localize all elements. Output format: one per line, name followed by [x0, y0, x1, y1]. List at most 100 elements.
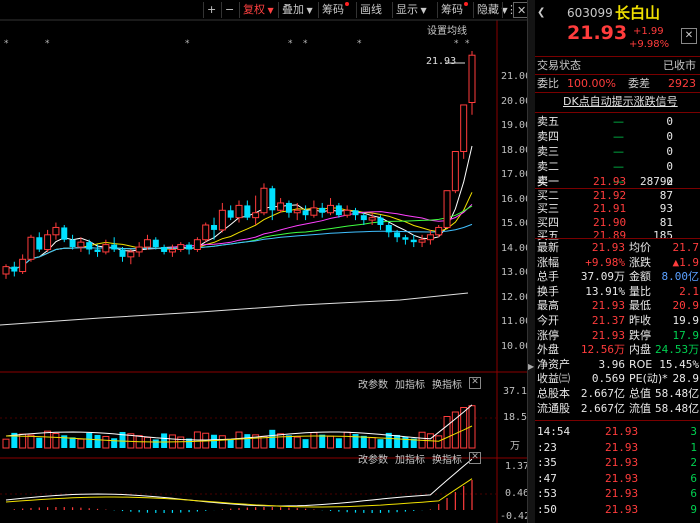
candle — [319, 207, 326, 213]
tick-row[interactable]: :47 21.93 6 — [535, 471, 700, 486]
stats-row[interactable]: 外盘 12.56万 内盘 24.53万 — [535, 342, 700, 357]
weicha-value: 2923 — [668, 77, 696, 90]
stat-label: 最新 — [537, 241, 559, 254]
svg-text:*: * — [45, 39, 50, 49]
volume-bar — [77, 438, 85, 449]
tick-time: :23 — [537, 440, 557, 454]
stats-row[interactable]: 涨停 21.93 跌停 17.9 — [535, 328, 700, 343]
stock-name: 长白山 — [615, 4, 661, 22]
candle — [310, 207, 318, 216]
macd-add-indicator-button[interactable]: 加指标 — [395, 451, 425, 466]
stat-label: 涨停 — [537, 328, 559, 342]
stat-value: ▲1.9 — [672, 255, 700, 269]
trade-status-row: 交易状态 已收市 — [535, 58, 700, 73]
volume-bar — [177, 436, 185, 449]
stats-row[interactable]: 今开 21.37 昨收 19.9 — [535, 313, 700, 328]
vol-close-icon[interactable]: ✕ — [469, 377, 481, 389]
ask-volume: 0 — [666, 130, 673, 143]
tick-row[interactable]: :53 21.93 6 — [535, 486, 700, 501]
candle — [69, 239, 76, 248]
kline-chart[interactable]: * * * * * * * * — [0, 0, 527, 523]
candle — [385, 225, 392, 233]
candle — [168, 249, 176, 253]
candle — [443, 190, 451, 228]
stat-value: 37.09万 — [580, 270, 625, 284]
volume-bar — [69, 437, 76, 448]
stat-value: 0.569 — [591, 372, 625, 386]
candle — [343, 209, 351, 216]
macd-edit-params-button[interactable]: 改参数 — [358, 451, 388, 466]
ask-row[interactable]: 卖二 — 0 — [535, 159, 700, 174]
ask-row[interactable]: 卖五 — 0 — [535, 114, 700, 129]
stat-label: 最低 — [629, 299, 651, 313]
macd-axis-mid: 0.46 — [505, 488, 530, 499]
volume-bar — [102, 435, 110, 449]
macd-switch-indicator-button[interactable]: 换指标 — [432, 451, 462, 466]
stats-row[interactable]: 净资产 3.96 ROE 15.45% — [535, 357, 700, 372]
candle — [302, 210, 309, 216]
vol-switch-indicator-button[interactable]: 换指标 — [432, 376, 462, 391]
stats-row[interactable]: 最新 21.93 均价 21.7 — [535, 240, 700, 255]
candle — [77, 241, 85, 248]
volume-bar — [244, 434, 251, 448]
candle — [252, 212, 260, 219]
tick-row[interactable]: :35 21.93 2 — [535, 455, 700, 470]
candle — [36, 237, 43, 250]
stat-value: 8.00亿 — [661, 270, 700, 284]
stat-value: 28.9 — [672, 372, 700, 386]
stats-row[interactable]: 最高 21.93 最低 20.9 — [535, 298, 700, 313]
stats-row[interactable]: 换手 13.91% 量比 2.1 — [535, 284, 700, 299]
ma-line — [5, 223, 473, 270]
quote-panel: ❮ 603099 长白山 21.93 +1.99 +9.98% ✕ 交易状态 已… — [535, 0, 700, 523]
stat-value: 17.9 — [672, 328, 700, 342]
macd-dif-line — [5, 458, 473, 507]
candle — [186, 244, 193, 250]
candle — [135, 246, 143, 253]
candle — [293, 209, 301, 214]
candle — [435, 226, 443, 236]
stats-row[interactable]: 总手 37.09万 金额 8.00亿 — [535, 269, 700, 284]
ask-volume: 0 — [666, 145, 673, 158]
chevron-left-icon[interactable]: ❮ — [537, 4, 545, 22]
volume-bar — [227, 439, 234, 448]
stats-row[interactable]: 涨幅 +9.98% 涨跌 ▲1.9 — [535, 255, 700, 270]
candle — [277, 202, 285, 211]
candle — [451, 151, 459, 192]
stat-value: 20.9 — [672, 299, 700, 313]
candle — [235, 204, 243, 219]
vol-edit-params-button[interactable]: 改参数 — [358, 376, 388, 391]
ask-price: — — [613, 130, 624, 143]
macd-close-icon[interactable]: ✕ — [469, 452, 481, 464]
candle — [402, 237, 409, 240]
stat-label: 净资产 — [537, 357, 570, 371]
volume-bar — [277, 433, 285, 449]
stats-row[interactable]: 流通股 2.667亿 流值 58.48亿 — [535, 401, 700, 416]
stats-row[interactable]: 总股本 2.667亿 总值 58.48亿 — [535, 386, 700, 401]
volume-bar — [235, 431, 243, 449]
candle — [360, 215, 367, 221]
volume-bar — [111, 438, 118, 448]
vol-add-indicator-button[interactable]: 加指标 — [395, 376, 425, 391]
tick-price: 21.93 — [605, 456, 639, 469]
stat-label: 跌停 — [629, 328, 651, 342]
stat-label: 金额 — [629, 270, 651, 284]
close-icon[interactable]: ✕ — [681, 28, 697, 44]
signal-banner[interactable]: DK点自动提示涨跌信号 — [535, 94, 700, 109]
stat-label: 内盘 — [629, 343, 651, 357]
stat-value: 2.1 — [679, 284, 699, 298]
tick-row[interactable]: :50 21.93 9 — [535, 502, 700, 517]
tick-row[interactable]: 14:54 21.93 3 — [535, 424, 700, 439]
collapse-arrow-icon[interactable]: ▶ — [528, 362, 534, 371]
tick-price: 21.93 — [605, 487, 639, 500]
stat-value: +9.98% — [585, 255, 625, 269]
candle — [119, 249, 126, 257]
ask-row[interactable]: 卖三 — 0 — [535, 144, 700, 159]
candle — [86, 242, 93, 250]
candle — [468, 54, 476, 103]
stats-row[interactable]: 收益㈢ 0.569 PE(动)* 28.9 — [535, 371, 700, 386]
ask-row[interactable]: 卖四 — 0 — [535, 129, 700, 144]
tick-row[interactable]: :23 21.93 1 — [535, 440, 700, 455]
candle — [410, 239, 417, 243]
ma-settings-button[interactable]: 设置均线 — [427, 22, 467, 37]
vol-axis-unit: 万 — [510, 441, 520, 452]
